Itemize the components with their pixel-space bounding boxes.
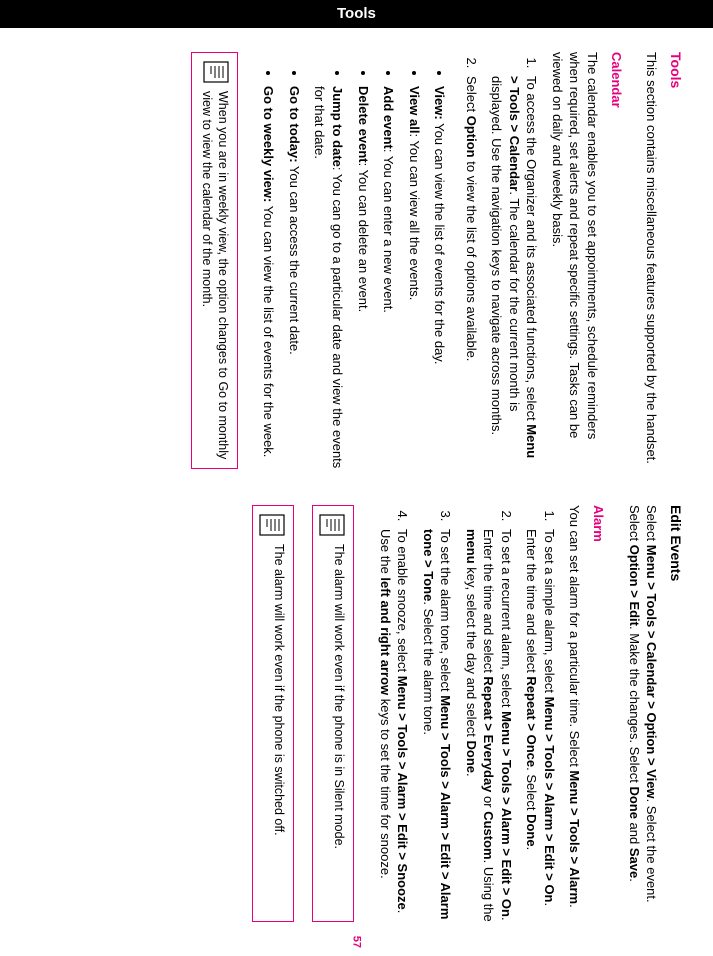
bullet-view: View: You can view the list of events fo… bbox=[431, 86, 449, 469]
calendar-title: Calendar bbox=[607, 52, 625, 469]
alarm-step-4: To enable snooze, select Menu > Tools > … bbox=[376, 525, 411, 922]
alarm-step-3: To set the alarm tone, select Menu > Too… bbox=[419, 525, 454, 922]
calendar-intro: The calendar enables you to set appointm… bbox=[548, 52, 601, 469]
edit-events-title: Edit Events bbox=[666, 505, 685, 922]
alarm-step-2: To set a recurrent alarm, select Menu > … bbox=[462, 525, 515, 922]
right-column: Edit Events Select Menu > Tools > Calend… bbox=[20, 505, 685, 922]
bullet-weekly: Go to weekly view: You can view the list… bbox=[260, 86, 278, 469]
alarm-steps: To set a simple alarm, select Menu > Too… bbox=[368, 505, 558, 922]
page: Tools 57 Tools This section contains mis… bbox=[0, 0, 713, 956]
note-text: The alarm will work even if the phone is… bbox=[271, 544, 287, 913]
content-area: 57 Tools This section contains miscellan… bbox=[0, 28, 713, 956]
note-text: The alarm will work even if the phone is… bbox=[331, 544, 347, 913]
note-icon bbox=[203, 61, 229, 83]
tools-title: Tools bbox=[666, 52, 685, 469]
note-weekly-view: When you are in weekly view, the option … bbox=[191, 52, 238, 469]
bullet-jump: Jump to date: You can go to a particular… bbox=[311, 86, 346, 469]
left-column: Tools This section contains miscellaneou… bbox=[20, 52, 685, 469]
bullet-delevent: Delete event: You can delete an event. bbox=[354, 86, 372, 469]
calendar-step-1: To access the Organizer and its associat… bbox=[488, 72, 541, 469]
calendar-step-2: Select Option to view the list of option… bbox=[462, 72, 480, 469]
tools-intro: This section contains miscellaneous feat… bbox=[643, 52, 661, 469]
note-text: When you are in weekly view, the option … bbox=[198, 91, 231, 460]
bullet-viewall: View all: You can view all the events. bbox=[405, 86, 423, 469]
side-tab: Tools bbox=[0, 0, 713, 28]
note-icon bbox=[319, 514, 345, 536]
alarm-title: Alarm bbox=[589, 505, 607, 922]
note-icon bbox=[259, 514, 285, 536]
bullet-addevent: Add event: You can enter a new event. bbox=[380, 86, 398, 469]
alarm-step-1: To set a simple alarm, select Menu > Too… bbox=[523, 525, 558, 922]
option-bullets: View: You can view the list of events fo… bbox=[252, 52, 448, 469]
edit-events-body: Select Menu > Tools > Calendar > Option … bbox=[625, 505, 660, 922]
bullet-today: Go to today: You can access the current … bbox=[285, 86, 303, 469]
calendar-steps: To access the Organizer and its associat… bbox=[454, 52, 540, 469]
alarm-intro: You can set alarm for a particular time.… bbox=[566, 505, 584, 922]
page-number: 57 bbox=[349, 936, 364, 948]
note-silent-mode: The alarm will work even if the phone is… bbox=[312, 505, 354, 922]
note-switched-off: The alarm will work even if the phone is… bbox=[252, 505, 294, 922]
